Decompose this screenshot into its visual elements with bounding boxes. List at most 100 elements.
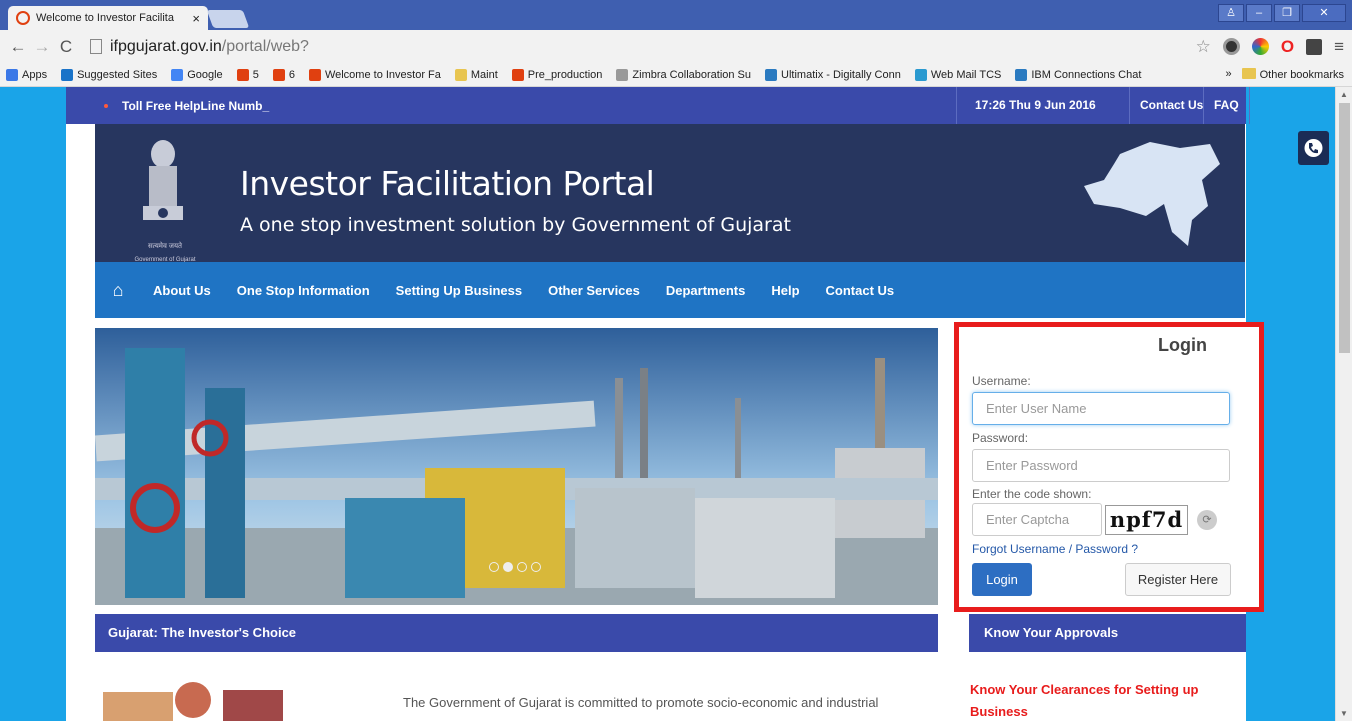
username-input[interactable]: Enter User Name	[972, 392, 1230, 425]
slider-dots	[489, 562, 541, 572]
forward-arrow-icon[interactable]: →	[32, 37, 52, 57]
username-label: Username:	[972, 374, 1031, 388]
register-button[interactable]: Register Here	[1125, 563, 1231, 596]
bookmark-item[interactable]: IBM Connections Chat	[1015, 68, 1141, 81]
investors-choice-header: Gujarat: The Investor's Choice	[95, 614, 938, 652]
maximize-icon[interactable]: ❐	[1274, 4, 1300, 22]
bookmark-item[interactable]: 5	[236, 68, 259, 81]
back-arrow-icon[interactable]: ←	[8, 37, 28, 57]
menu-one-stop-information[interactable]: One Stop Information	[237, 283, 370, 298]
investors-choice-content: The Government of Gujarat is committed t…	[95, 652, 938, 721]
reload-icon[interactable]: C	[56, 37, 76, 57]
menu-departments[interactable]: Departments	[666, 283, 745, 298]
window-close-icon[interactable]: ✕	[1302, 4, 1346, 22]
bookmark-item[interactable]: Welcome to Investor Fa	[308, 68, 441, 81]
bookmark-item[interactable]: Suggested Sites	[61, 68, 158, 81]
bookmark-item[interactable]: Google	[171, 68, 223, 81]
bullet-icon	[104, 104, 108, 108]
helpline-text: Toll Free HelpLine Numb_	[122, 99, 270, 113]
know-clearances-link[interactable]: Know Your Clearances for Setting up Busi…	[970, 679, 1242, 721]
opera-icon[interactable]: O	[1281, 37, 1294, 57]
bookmark-label: 6	[288, 68, 295, 81]
bookmark-favicon-icon	[272, 68, 285, 81]
captcha-label: Enter the code shown:	[972, 487, 1092, 501]
phone-icon[interactable]	[1298, 131, 1329, 165]
emblem-motto: सत्यमेव जयते	[147, 243, 183, 250]
bookmark-item[interactable]: Pre_production	[511, 68, 602, 81]
scroll-up-icon[interactable]: ▲	[1340, 90, 1348, 99]
portal-title: Investor Facilitation Portal	[240, 164, 655, 203]
gujarat-map-icon	[1084, 142, 1220, 246]
bookmark-label: Welcome to Investor Fa	[324, 68, 441, 81]
home-icon[interactable]: ⌂	[95, 280, 141, 301]
bookmark-favicon-icon	[765, 68, 778, 81]
other-bookmarks[interactable]: Other bookmarks	[1241, 68, 1344, 81]
forgot-credentials-link[interactable]: Forgot Username / Password ?	[972, 542, 1138, 556]
captcha-input[interactable]: Enter Captcha	[972, 503, 1102, 536]
extension-square-icon[interactable]	[1306, 38, 1323, 55]
browser-tabstrip: Welcome to Investor Facilita × ♙ – ❐ ✕	[0, 0, 1352, 30]
menu-help[interactable]: Help	[771, 283, 799, 298]
address-bar[interactable]: ifpgujarat.gov.in/portal/web?	[84, 34, 1196, 60]
login-title: Login	[1158, 335, 1207, 355]
slider-dot[interactable]	[531, 562, 541, 572]
extension-dark-icon[interactable]	[1222, 38, 1240, 55]
minimize-icon[interactable]: –	[1246, 4, 1272, 22]
bookmark-item[interactable]: Web Mail TCS	[914, 68, 1002, 81]
login-button[interactable]: Login	[972, 563, 1032, 596]
bookmark-favicon-icon	[236, 68, 249, 81]
faq-link[interactable]: FAQ	[1203, 87, 1250, 124]
bookmark-favicon-icon	[61, 68, 74, 81]
scrollbar-thumb[interactable]	[1339, 103, 1350, 353]
menu-icon[interactable]: ≡	[1334, 37, 1344, 57]
bookmark-item[interactable]: Zimbra Collaboration Su	[616, 68, 751, 81]
bookmark-favicon-icon	[171, 68, 184, 81]
login-panel: Login Username: Enter User Name Password…	[954, 322, 1264, 612]
browser-tab[interactable]: Welcome to Investor Facilita ×	[8, 6, 208, 30]
bookmark-label: Suggested Sites	[77, 68, 158, 81]
window-controls: ♙ – ❐ ✕	[1218, 4, 1346, 22]
bookmark-label: Web Mail TCS	[930, 68, 1002, 81]
bookmark-favicon-icon	[308, 68, 321, 81]
bookmark-item[interactable]: Maint	[454, 68, 498, 81]
page-scrollbar[interactable]: ▲ ▼	[1335, 87, 1352, 721]
new-tab-button[interactable]	[206, 10, 250, 28]
bookmark-star-icon[interactable]: ☆	[1196, 37, 1211, 57]
bookmark-favicon-icon	[454, 68, 467, 81]
folder-icon	[1241, 68, 1256, 79]
bookmark-item[interactable]: Apps	[6, 68, 47, 81]
slider-dot[interactable]	[489, 562, 499, 572]
other-bookmarks-label: Other bookmarks	[1259, 69, 1344, 81]
slider-dot-active[interactable]	[503, 562, 513, 572]
national-emblem-icon	[143, 140, 183, 220]
password-label: Password:	[972, 431, 1029, 445]
captcha-image: npf7d	[1105, 505, 1188, 535]
bookmark-label: Google	[187, 68, 223, 81]
main-menu: ⌂ About Us One Stop Information Setting …	[95, 262, 1245, 318]
refresh-captcha-icon[interactable]: ⟳	[1197, 510, 1217, 530]
scroll-down-icon[interactable]: ▼	[1340, 709, 1348, 718]
url-host: ifpgujarat.gov.in	[110, 37, 222, 55]
user-icon[interactable]: ♙	[1218, 4, 1244, 22]
tab-close-icon[interactable]: ×	[192, 11, 200, 26]
bookmark-item[interactable]: Ultimatix - Digitally Conn	[765, 68, 901, 81]
bookmark-item[interactable]: 6	[272, 68, 295, 81]
menu-contact-us[interactable]: Contact Us	[826, 283, 895, 298]
menu-about-us[interactable]: About Us	[153, 283, 211, 298]
bookmark-label: 5	[252, 68, 259, 81]
tab-title: Welcome to Investor Facilita	[36, 12, 174, 24]
header-banner: सत्यमेव जयते Government of Gujarat Inves…	[95, 124, 1245, 263]
top-info-bar: Toll Free HelpLine Numb_ 17:26 Thu 9 Jun…	[66, 87, 1250, 124]
extension-color-icon[interactable]	[1251, 38, 1269, 55]
hero-slider[interactable]	[95, 328, 938, 605]
menu-setting-up-business[interactable]: Setting Up Business	[396, 283, 522, 298]
slider-dot[interactable]	[517, 562, 527, 572]
gujarat-collage-image	[103, 682, 283, 721]
bookmarks-overflow-icon[interactable]: »	[1226, 68, 1232, 81]
menu-other-services[interactable]: Other Services	[548, 283, 640, 298]
top-contact-link[interactable]: Contact Us	[1129, 87, 1213, 124]
browser-toolbar: ← → C ifpgujarat.gov.in/portal/web? ☆ O …	[0, 30, 1352, 63]
approvals-content: Know Your Clearances for Setting up Busi…	[969, 652, 1246, 721]
site-favicon-icon	[16, 11, 30, 25]
password-input[interactable]: Enter Password	[972, 449, 1230, 482]
